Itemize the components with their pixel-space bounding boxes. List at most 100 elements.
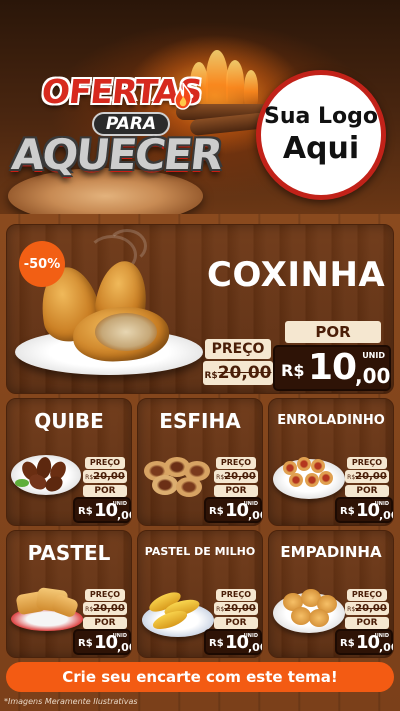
fire-flame — [206, 50, 228, 108]
old-price: R$20,00 — [203, 361, 273, 385]
coxinha-filling — [95, 313, 157, 351]
featured-product-name: COXINHA — [207, 255, 386, 295]
old-price: R$20,00 — [345, 470, 389, 483]
old-price-currency: R$ — [347, 474, 356, 481]
preco-label: PREÇO — [85, 589, 125, 601]
product-card-empadinha[interactable]: EMPADINHA PREÇO R$20,00 POR R$ 10 ,00 UN… — [268, 530, 394, 658]
preco-label: PREÇO — [85, 457, 125, 469]
old-price-value: 20,00 — [224, 471, 256, 482]
new-price-dec: ,00 — [248, 509, 262, 522]
product-card-pastel-de-milho[interactable]: PASTEL DE MILHO PREÇO R$20,00 POR R$ 10 … — [137, 530, 263, 658]
disclaimer-text: *Imagens Meramente Ilustrativas — [4, 697, 138, 706]
enroladinho-image — [319, 471, 333, 485]
logo-line2: Aqui — [282, 131, 360, 166]
discount-badge: -50% — [19, 241, 65, 287]
new-price: R$ 10 ,00 UNID — [73, 629, 131, 655]
new-price-currency: R$ — [340, 506, 355, 517]
fire-flame — [244, 70, 258, 106]
logo-placeholder[interactable]: Sua Logo Aqui — [256, 70, 386, 200]
old-price-currency: R$ — [216, 606, 225, 613]
por-label: POR — [83, 617, 127, 629]
new-price-currency: R$ — [209, 638, 224, 649]
empadinha-image — [309, 609, 329, 627]
lettuce-image — [15, 479, 29, 487]
product-name: EMPADINHA — [280, 543, 382, 561]
old-price-value: 20,00 — [93, 603, 125, 614]
preco-label: PREÇO — [347, 457, 387, 469]
unid-label: UNID — [243, 501, 258, 507]
por-label: POR — [345, 485, 389, 497]
preco-label: PREÇO — [347, 589, 387, 601]
esfiha-image — [176, 477, 202, 497]
esfiha-image — [152, 475, 178, 495]
logo-line1: Sua Logo — [263, 104, 378, 129]
old-price-value: 20,00 — [217, 363, 272, 383]
old-price-currency: R$ — [216, 474, 225, 481]
por-label: POR — [214, 617, 258, 629]
unid-label: UNID — [112, 633, 127, 639]
old-price: R$20,00 — [214, 470, 258, 483]
new-price-int: 10 — [308, 347, 357, 388]
flame-icon — [174, 82, 192, 110]
fire-flame — [226, 60, 244, 106]
new-price-dec: ,00 — [117, 641, 131, 654]
new-price-currency: R$ — [281, 361, 305, 380]
steam-decor — [107, 229, 147, 263]
unid-label: UNID — [374, 501, 389, 507]
new-price: R$ 10 ,00 UNID — [335, 497, 393, 523]
unid-label: UNID — [362, 351, 385, 360]
preco-label: PREÇO — [205, 339, 271, 359]
new-price-currency: R$ — [209, 506, 224, 517]
product-card-esfiha[interactable]: ESFIHA PREÇO R$20,00 POR R$ 10 ,00 UNID — [137, 398, 263, 526]
new-price-dec: ,00 — [355, 364, 391, 388]
unid-label: UNID — [243, 633, 258, 639]
enroladinho-image — [305, 473, 319, 487]
por-label: POR — [345, 617, 389, 629]
enroladinho-image — [289, 473, 303, 487]
enroladinho-image — [297, 457, 311, 471]
new-price-dec: ,00 — [379, 509, 393, 522]
por-label: POR — [83, 485, 127, 497]
empadinha-image — [291, 607, 311, 625]
old-price-value: 20,00 — [355, 603, 387, 614]
old-price-value: 20,00 — [355, 471, 387, 482]
product-name: PASTEL — [27, 541, 111, 565]
new-price-dec: ,00 — [248, 641, 262, 654]
old-price-value: 20,00 — [93, 471, 125, 482]
new-price: R$ 10 ,00 UNID — [204, 629, 262, 655]
title-aquecer: AQUECER — [9, 130, 224, 179]
featured-product-card[interactable]: -50% COXINHA PREÇO R$20,00 POR R$ 10 ,00… — [6, 224, 394, 394]
old-price: R$20,00 — [83, 470, 127, 483]
product-card-quibe[interactable]: QUIBE PREÇO R$20,00 POR R$ 10 ,00 UNID — [6, 398, 132, 526]
preco-label: PREÇO — [216, 457, 256, 469]
old-price-value: 20,00 — [224, 603, 256, 614]
old-price-currency: R$ — [204, 371, 218, 381]
new-price-dec: ,00 — [379, 641, 393, 654]
product-name: PASTEL DE MILHO — [144, 545, 256, 558]
product-name: ENROLADINHO — [277, 413, 385, 428]
unid-label: UNID — [112, 501, 127, 507]
new-price: R$ 10 ,00 UNID — [335, 629, 393, 655]
new-price-currency: R$ — [78, 638, 93, 649]
new-price: R$ 10 ,00 UNID — [204, 497, 262, 523]
new-price: R$ 10 ,00 UNID — [73, 497, 131, 523]
old-price-currency: R$ — [85, 606, 94, 613]
create-flyer-button[interactable]: Crie seu encarte com este tema! — [6, 662, 394, 692]
product-card-pastel[interactable]: PASTEL PREÇO R$20,00 POR R$ 10 ,00 UNID — [6, 530, 132, 658]
old-price-currency: R$ — [347, 606, 356, 613]
product-card-enroladinho[interactable]: ENROLADINHO PREÇO R$20,00 POR R$ 10 ,00 … — [268, 398, 394, 526]
header-banner: OFERTAS PARA AQUECER Sua Logo Aqui — [0, 0, 400, 214]
por-label: POR — [214, 485, 258, 497]
old-price: R$20,00 — [345, 602, 389, 615]
product-name: QUIBE — [34, 409, 104, 433]
offers-area: -50% COXINHA PREÇO R$20,00 POR R$ 10 ,00… — [0, 214, 400, 711]
new-price-currency: R$ — [340, 638, 355, 649]
preco-label: PREÇO — [216, 589, 256, 601]
new-price: R$ 10 ,00 UNID — [273, 345, 391, 391]
product-name: ESFIHA — [159, 409, 241, 433]
old-price: R$20,00 — [83, 602, 127, 615]
old-price-currency: R$ — [85, 474, 94, 481]
old-price: R$20,00 — [214, 602, 258, 615]
new-price-currency: R$ — [78, 506, 93, 517]
unid-label: UNID — [374, 633, 389, 639]
